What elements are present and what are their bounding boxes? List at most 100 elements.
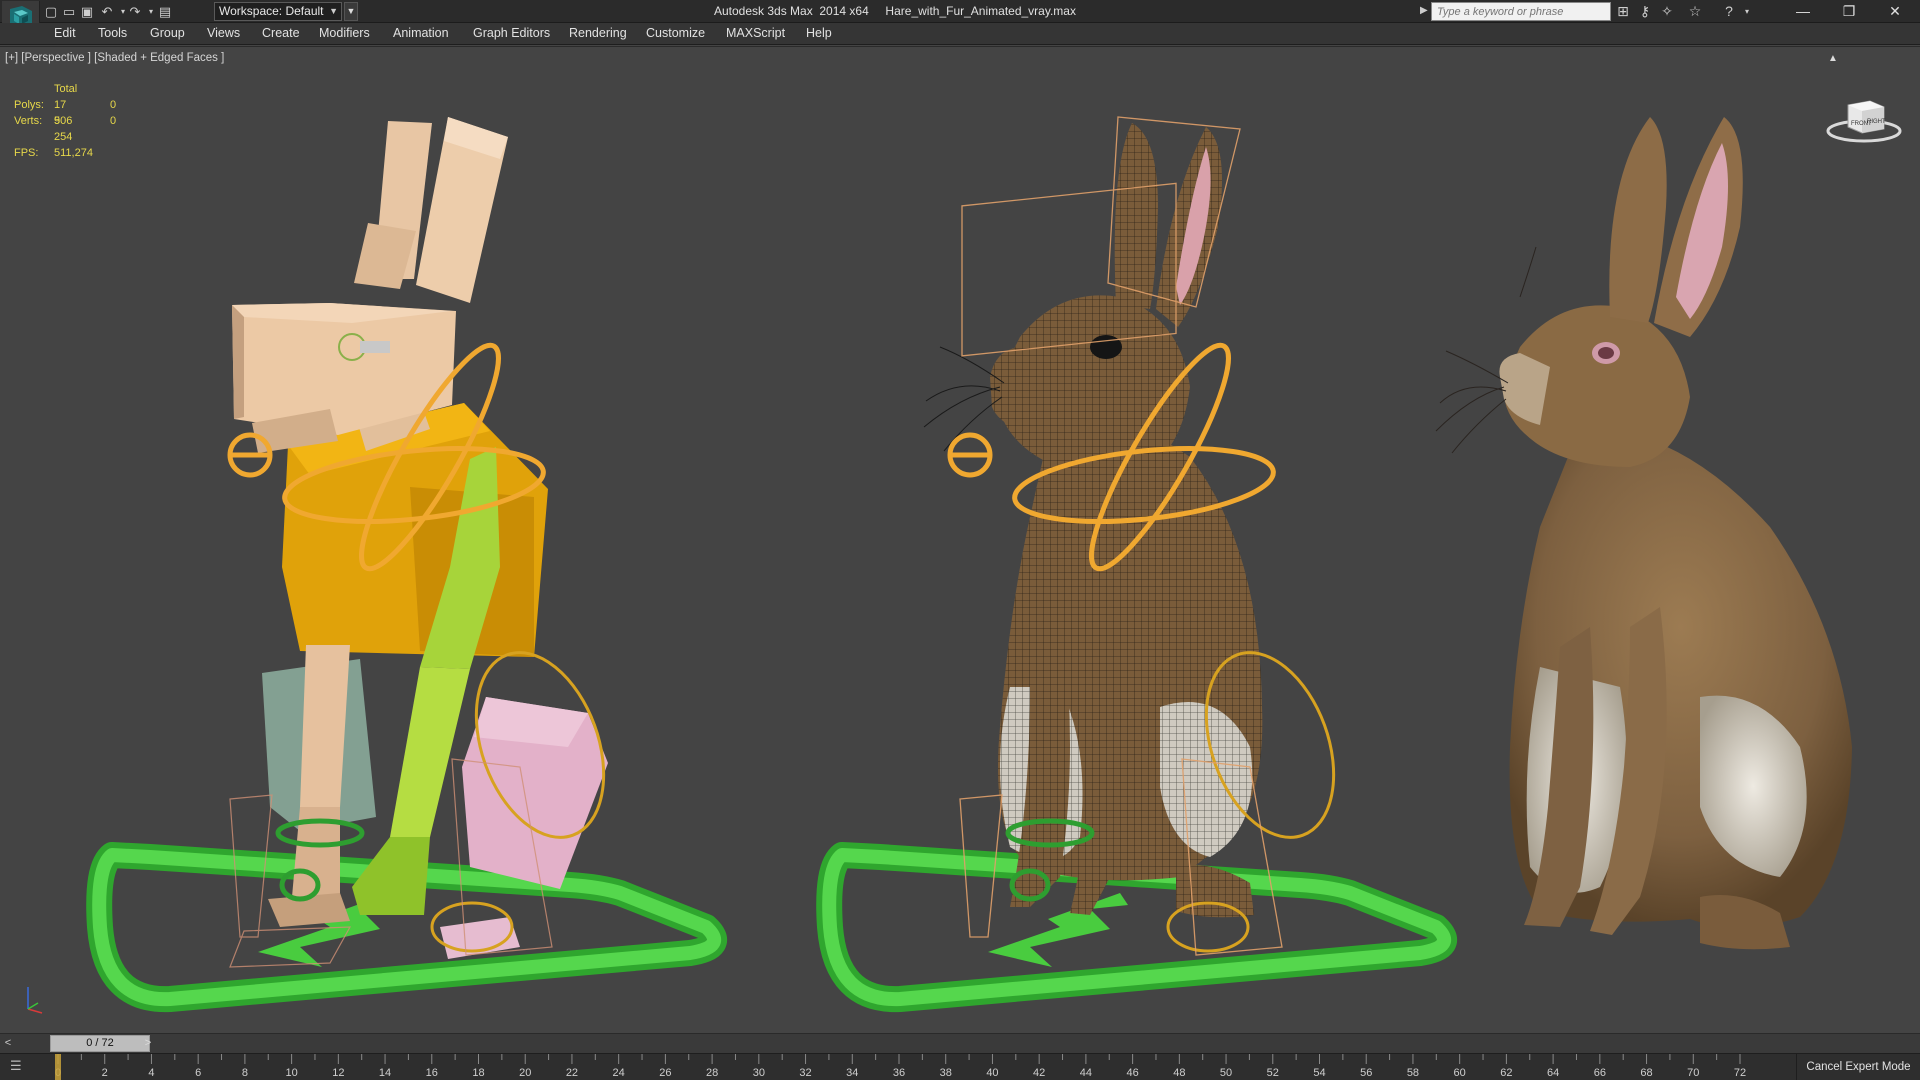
verts-label: Verts: xyxy=(14,115,43,127)
menu-tools[interactable]: Tools xyxy=(98,26,127,40)
save-file-icon[interactable]: ▣ xyxy=(78,3,96,20)
frame-tick-label: 70 xyxy=(1687,1067,1699,1079)
rendered-fur-hare[interactable] xyxy=(1435,117,1852,950)
fps-label: FPS: xyxy=(14,147,39,159)
curve-editor-icon[interactable]: ☰ xyxy=(10,1058,32,1076)
menu-animation[interactable]: Animation xyxy=(393,26,449,40)
perspective-viewport[interactable]: [+] [Perspective ] [Shaded + Edged Faces… xyxy=(0,46,1920,1033)
frame-tick-label: 68 xyxy=(1640,1067,1652,1079)
polys-selected: 0 xyxy=(110,99,117,111)
frame-tick-label: 24 xyxy=(613,1067,625,1079)
window-title: Autodesk 3ds Max 2014 x64 Hare_with_Fur_… xyxy=(714,4,1076,18)
frame-tick-label: 14 xyxy=(379,1067,391,1079)
3ds-max-window: ▢ ▭ ▣ ↶ ▾ ↷ ▾ ▤ Workspace: Default ▼ ▼ A… xyxy=(0,0,1920,1080)
frame-tick-label: 4 xyxy=(148,1067,154,1079)
frame-ruler[interactable]: 0246810121416182022242628303234363840424… xyxy=(0,1054,1796,1080)
frame-tick-label: 36 xyxy=(893,1067,905,1079)
left-ear-mesh[interactable] xyxy=(1114,123,1158,309)
time-slider[interactable]: < 0 / 72 > xyxy=(0,1033,1920,1053)
bone-rig-model[interactable] xyxy=(86,117,727,1013)
frame-tick-label: 54 xyxy=(1313,1067,1325,1079)
open-file-icon[interactable]: ▭ xyxy=(60,3,78,20)
viewport-label[interactable]: [+] [Perspective ] [Shaded + Edged Faces… xyxy=(5,52,224,64)
frame-tick-label: 6 xyxy=(195,1067,201,1079)
search-expand-icon[interactable]: ▶ xyxy=(1420,5,1428,16)
frame-tick-label: 2 xyxy=(102,1067,108,1079)
new-file-icon[interactable]: ▢ xyxy=(42,3,60,20)
verts-selected: 0 xyxy=(110,115,117,127)
frame-tick-label: 10 xyxy=(285,1067,297,1079)
binoculars-icon[interactable]: ⊞ xyxy=(1614,3,1632,20)
frame-tick-label: 18 xyxy=(472,1067,484,1079)
polys-label: Polys: xyxy=(14,99,44,111)
frame-tick-label: 46 xyxy=(1126,1067,1138,1079)
minimize-button[interactable]: — xyxy=(1780,0,1826,23)
frame-tick-label: 34 xyxy=(846,1067,858,1079)
left-ear-render xyxy=(1609,117,1667,323)
menu-create[interactable]: Create xyxy=(262,26,300,40)
workspace-selector[interactable]: Workspace: Default ▼ xyxy=(214,2,342,21)
current-frame-marker[interactable] xyxy=(55,1054,61,1080)
menu-customize[interactable]: Customize xyxy=(646,26,705,40)
frame-tick-label: 20 xyxy=(519,1067,531,1079)
menu-rendering[interactable]: Rendering xyxy=(569,26,627,40)
menu-views[interactable]: Views xyxy=(207,26,240,40)
frame-tick-label: 28 xyxy=(706,1067,718,1079)
frame-tick-label: 72 xyxy=(1734,1067,1746,1079)
favorites-star-icon[interactable]: ☆ xyxy=(1686,3,1704,20)
key-icon[interactable]: ⚷ xyxy=(1636,3,1654,20)
frame-tick-label: 50 xyxy=(1220,1067,1232,1079)
scene-canvas[interactable] xyxy=(0,47,1920,1033)
direction-arrow[interactable] xyxy=(988,893,1128,967)
frame-tick-label: 62 xyxy=(1500,1067,1512,1079)
frame-tick-label: 26 xyxy=(659,1067,671,1079)
menu-group[interactable]: Group xyxy=(150,26,185,40)
fps-value: 511,274 xyxy=(54,147,93,159)
frame-tick-label: 32 xyxy=(799,1067,811,1079)
frame-tick-label: 66 xyxy=(1594,1067,1606,1079)
menu-edit[interactable]: Edit xyxy=(54,26,76,40)
frame-tick-label: 58 xyxy=(1407,1067,1419,1079)
frame-tick-label: 8 xyxy=(242,1067,248,1079)
project-folder-icon[interactable]: ▤ xyxy=(156,3,174,20)
viewcube-right-label: RIGHT xyxy=(1867,119,1886,125)
lock-icon[interactable]: ▲ xyxy=(1828,53,1838,64)
menu-modifiers[interactable]: Modifiers xyxy=(319,26,370,40)
menu-bar: Edit Tools Group Views Create Modifiers … xyxy=(0,23,1920,45)
axis-tripod-icon xyxy=(27,987,43,1014)
verts-total: 9 254 xyxy=(54,115,73,143)
workspace-label: Workspace: Default xyxy=(219,4,324,18)
satellite-icon[interactable]: ✧ xyxy=(1658,3,1676,20)
frame-tick-label: 16 xyxy=(426,1067,438,1079)
prev-frame-button[interactable]: < xyxy=(0,1034,16,1053)
viewcube[interactable]: FRONT RIGHT xyxy=(1824,83,1904,153)
track-bar[interactable]: 0246810121416182022242628303234363840424… xyxy=(0,1053,1920,1080)
restore-button[interactable]: ❐ xyxy=(1826,0,1872,23)
search-input[interactable] xyxy=(1431,2,1611,21)
time-slider-thumb[interactable]: 0 / 72 xyxy=(50,1035,150,1052)
help-icon[interactable]: ? xyxy=(1720,3,1738,20)
next-frame-button[interactable]: > xyxy=(142,1035,154,1052)
frame-tick-label: 44 xyxy=(1080,1067,1092,1079)
cancel-expert-mode-button[interactable]: Cancel Expert Mode xyxy=(1796,1054,1920,1080)
frame-tick-label: 64 xyxy=(1547,1067,1559,1079)
frame-tick-label: 22 xyxy=(566,1067,578,1079)
quick-access-dropdown[interactable]: ▼ xyxy=(344,2,358,21)
frame-tick-label: 52 xyxy=(1267,1067,1279,1079)
wireframe-hare-model[interactable] xyxy=(816,116,1457,1013)
close-button[interactable]: ✕ xyxy=(1872,0,1918,23)
help-dropdown-icon[interactable]: ▾ xyxy=(1738,3,1756,20)
time-slider-track[interactable] xyxy=(16,1035,1768,1052)
menu-maxscript[interactable]: MAXScript xyxy=(726,26,785,40)
frame-tick-label: 60 xyxy=(1454,1067,1466,1079)
menu-help[interactable]: Help xyxy=(806,26,832,40)
chevron-down-icon: ▼ xyxy=(329,6,338,16)
frame-tick-label: 42 xyxy=(1033,1067,1045,1079)
frame-tick-label: 30 xyxy=(753,1067,765,1079)
stats-header: Total xyxy=(54,83,78,95)
menu-graph-editors[interactable]: Graph Editors xyxy=(473,26,550,40)
frame-tick-label: 40 xyxy=(986,1067,998,1079)
frame-tick-label: 12 xyxy=(332,1067,344,1079)
frame-tick-label: 48 xyxy=(1173,1067,1185,1079)
frame-tick-label: 56 xyxy=(1360,1067,1372,1079)
